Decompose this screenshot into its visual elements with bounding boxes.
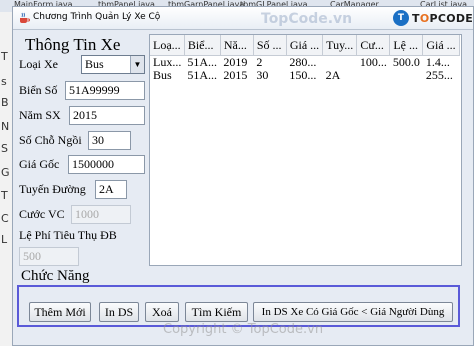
vehicle-table[interactable]: Loạ... Biể... Nă... Số ... Giá ... Tuy..…	[149, 34, 462, 266]
table-cell: 2A	[325, 69, 341, 82]
app-window: Chương Trình Quản Lý Xe Cộ TopCode.vn T …	[12, 6, 474, 346]
year-field[interactable]: 2015	[69, 106, 145, 125]
functions-heading: Chức Năng	[21, 268, 90, 284]
table-cell: 2015	[223, 69, 248, 82]
column-header[interactable]: Nă...	[220, 35, 254, 56]
window-title: Chương Trình Quản Lý Xe Cộ	[33, 12, 161, 22]
title-bar[interactable]: Chương Trình Quản Lý Xe Cộ TopCode.vn T …	[13, 7, 474, 30]
table-cell: 1.4...	[425, 55, 450, 69]
table-cell	[390, 69, 423, 82]
ide-text: s	[1, 75, 7, 88]
table-cell: 280...	[289, 55, 317, 69]
logo-badge-icon: T	[393, 10, 409, 26]
column-header[interactable]: Loạ...	[150, 35, 185, 56]
filter-print-button[interactable]: In DS Xe Có Giá Gốc < Giá Người Dùng	[253, 302, 453, 322]
ide-text: N	[1, 120, 10, 133]
ide-text: S	[1, 142, 8, 155]
table-cell: 500.0	[392, 55, 420, 69]
ide-text: T	[1, 189, 8, 202]
table-row[interactable]: Lux... 51A... 2019 2 280... 100... 500.0…	[150, 56, 459, 70]
search-button[interactable]: Tìm Kiếm	[185, 302, 248, 322]
print-list-button[interactable]: In DS	[99, 302, 139, 322]
column-header[interactable]: Biể...	[184, 35, 221, 56]
ide-text: G	[1, 166, 10, 179]
seats-field[interactable]: 30	[88, 131, 131, 150]
plate-field[interactable]: 51A99999	[65, 81, 145, 100]
column-header[interactable]: Tuy...	[322, 35, 358, 56]
column-header[interactable]: Lệ ...	[389, 35, 424, 56]
table-cell: Lux...	[153, 55, 182, 69]
table-cell: 255...	[425, 69, 453, 82]
table-cell: 2	[256, 55, 263, 69]
base-price-field[interactable]: 1500000	[68, 155, 145, 174]
table-cell: 30	[256, 69, 269, 82]
add-button[interactable]: Thêm Mới	[29, 302, 91, 322]
table-cell	[357, 69, 390, 82]
watermark: TopCode.vn	[261, 11, 353, 27]
vehicle-type-select[interactable]: Bus ▼	[81, 55, 145, 74]
vehicle-type-label: Loại Xe	[19, 57, 58, 71]
route-field[interactable]: 2A	[95, 180, 127, 199]
table-header-row: Loạ... Biể... Nă... Số ... Giá ... Tuy..…	[150, 35, 460, 56]
year-label: Năm SX	[19, 108, 61, 122]
column-header[interactable]: Cư...	[356, 35, 391, 56]
table-cell: 150...	[289, 69, 317, 82]
table-cell: 100...	[359, 55, 387, 69]
logo-text: TOPCODE.VN	[412, 11, 474, 25]
plate-label: Biển Số	[19, 83, 58, 97]
table-cell: 2019	[223, 55, 248, 69]
java-cup-icon	[20, 12, 30, 23]
luxury-fee-field: 500	[19, 247, 79, 266]
luxury-fee-label: Lệ Phí Tiêu Thụ ĐB	[19, 228, 117, 242]
fare-field: 1000	[71, 205, 131, 224]
base-price-label: Giá Gốc	[19, 157, 60, 171]
column-header[interactable]: Giá ...	[286, 35, 324, 56]
seats-label: Số Chỗ Ngồi	[19, 133, 82, 147]
delete-button[interactable]: Xoá	[145, 302, 179, 322]
topcode-logo: T TOPCODE.VN	[393, 9, 474, 27]
table-row[interactable]: Bus 51A... 2015 30 150... 2A 255...	[150, 69, 459, 82]
ide-text: L	[1, 233, 8, 246]
chevron-down-icon[interactable]: ▼	[130, 56, 144, 73]
table-cell: 51A...	[187, 55, 218, 69]
ide-text: B	[1, 96, 9, 109]
vehicle-info-heading: Thông Tin Xe	[25, 35, 121, 54]
table-cell: Bus	[153, 69, 172, 82]
ide-text: C	[1, 212, 9, 225]
column-header[interactable]: Giá ...	[422, 35, 460, 56]
column-header[interactable]: Số ...	[253, 35, 287, 56]
table-cell	[323, 56, 357, 70]
table-cell: 51A...	[187, 69, 218, 82]
copyright-watermark: Copyright © TopCode.vn	[163, 322, 324, 337]
route-label: Tuyến Đường	[19, 182, 86, 196]
ide-text: T	[1, 50, 8, 63]
fare-label: Cước VC	[19, 207, 65, 221]
